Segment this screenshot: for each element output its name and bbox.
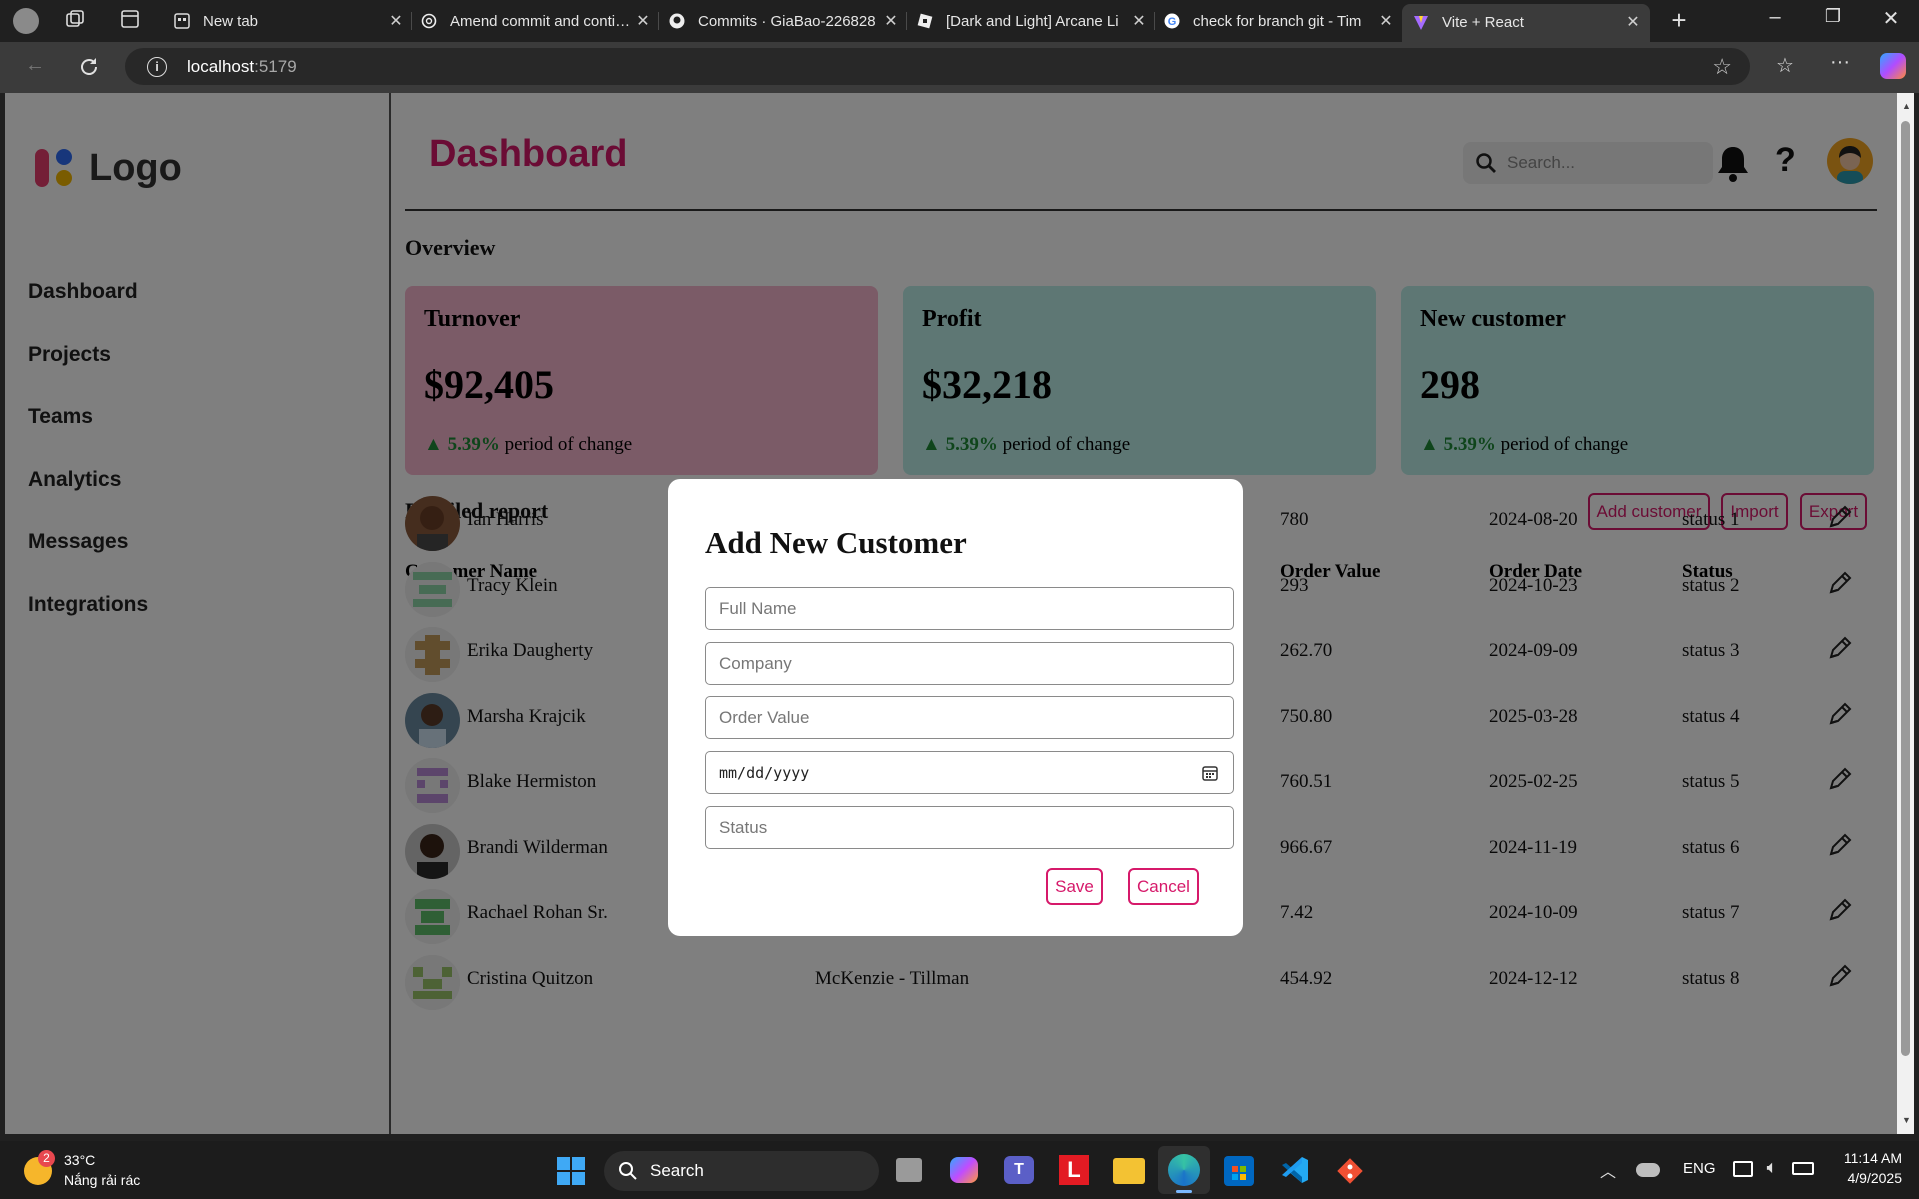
page-scrollbar[interactable]: ▲ ▼ [1897,93,1914,1134]
close-window-icon[interactable]: ✕ [1876,6,1906,31]
status-input[interactable]: Status [705,806,1234,849]
start-button[interactable] [557,1157,585,1185]
close-tab-icon[interactable]: ✕ [882,11,900,31]
full-name-input[interactable]: Full Name [705,587,1234,630]
clock[interactable]: 11:14 AM 4/9/2025 [1822,1150,1902,1186]
chatgpt-icon [420,12,438,30]
restore-window-icon[interactable]: ❐ [1818,6,1848,27]
dialog-title: Add New Customer [705,525,967,560]
svg-text:G: G [1168,16,1177,28]
web-page: Logo Dashboard Projects Teams Analytics … [5,93,1897,1134]
date-placeholder: mm/dd/yyyy [719,763,810,782]
reload-icon[interactable] [77,55,101,79]
new-tab-page-icon [173,12,191,30]
company-input[interactable]: Company [705,642,1234,685]
tab-title: Vite + React [1442,13,1524,31]
show-hidden-icons-icon[interactable]: ︿ [1596,1158,1620,1182]
url-text: localhost:5179 [187,57,297,77]
close-tab-icon[interactable]: ✕ [1624,12,1642,32]
clock-time: 11:14 AM [1843,1150,1902,1166]
cancel-button[interactable]: Cancel [1128,868,1199,905]
edge-browser-icon[interactable] [1158,1146,1210,1194]
vertical-tabs-icon[interactable] [117,8,143,34]
address-bar[interactable]: i localhost:5179 ☆ [125,48,1750,85]
task-view-icon[interactable] [896,1158,922,1182]
battery-icon[interactable] [1792,1162,1814,1175]
minimize-window-icon[interactable]: – [1760,6,1790,29]
clock-date: 4/9/2025 [1847,1170,1903,1186]
new-tab-button[interactable]: + [1664,5,1694,36]
browser-tab[interactable]: New tab ✕ [173,6,405,36]
tab-title: [Dark and Light] Arcane Li [946,12,1119,30]
tab-title: Amend commit and continue [450,12,634,30]
order-value-input[interactable]: Order Value [705,696,1234,739]
browser-tab-active[interactable]: Vite + React ✕ [1402,4,1650,42]
copilot-icon[interactable] [1880,53,1906,79]
url-host: localhost [187,56,255,76]
browser-tab-bar: New tab ✕ Amend commit and continue ✕ Co… [0,0,1919,42]
browser-tab[interactable]: Amend commit and continue ✕ [420,6,652,36]
microsoft-store-icon[interactable] [1224,1156,1254,1186]
taskbar-search-label: Search [650,1161,704,1180]
scrollbar-thumb[interactable] [1901,121,1910,1056]
volume-icon[interactable]: 🔈︎ [1760,1157,1784,1178]
tab-title: New tab [203,12,259,30]
tab-divider [411,12,412,30]
lingoes-app-icon[interactable]: L [1059,1155,1089,1185]
scroll-down-arrow-icon[interactable]: ▼ [1902,1115,1911,1125]
url-port: :5179 [254,56,297,76]
windows-taskbar: 2 33°C Nắng rải rác Search T L ︿ ENG 🔈︎ … [0,1141,1919,1199]
save-button[interactable]: Save [1046,868,1103,905]
close-tab-icon[interactable]: ✕ [1377,11,1395,31]
scroll-up-arrow-icon[interactable]: ▲ [1902,101,1911,111]
github-icon [668,12,686,30]
copilot-app-icon[interactable] [950,1157,978,1183]
onedrive-icon[interactable] [1636,1163,1660,1177]
more-options-icon[interactable]: ··· [1825,51,1855,74]
git-app-icon[interactable] [1335,1156,1365,1186]
google-icon: G [1163,12,1181,30]
roblox-icon [916,12,934,30]
tab-divider [906,12,907,30]
workspaces-icon[interactable] [62,8,88,34]
weather-widget[interactable]: 2 33°C Nắng rải rác [22,1147,172,1193]
tab-divider [1154,12,1155,30]
address-bar-row: ← i localhost:5179 ☆ ☆ ··· [0,42,1919,93]
language-indicator[interactable]: ENG [1683,1160,1716,1177]
calendar-icon[interactable] [1201,764,1219,782]
weather-text: Nắng rải rác [64,1172,141,1188]
tab-title: Commits · GiaBao-226828 [698,12,876,30]
tab-divider [658,12,659,30]
search-icon [619,1162,637,1180]
favorite-star-icon[interactable]: ☆ [1712,54,1732,80]
profile-avatar-icon[interactable] [13,8,39,34]
order-date-input[interactable]: mm/dd/yyyy [705,751,1234,794]
back-arrow-icon[interactable]: ← [20,54,50,77]
browser-tab[interactable]: [Dark and Light] Arcane Li ✕ [916,6,1148,36]
temperature: 33°C [64,1152,96,1168]
weather-badge: 2 [38,1150,55,1167]
browser-tab[interactable]: Commits · GiaBao-226828 ✕ [668,6,900,36]
vite-icon [1412,13,1430,31]
taskbar-search[interactable]: Search [604,1151,879,1191]
site-info-icon[interactable]: i [147,56,167,77]
teams-icon[interactable]: T [1004,1156,1034,1184]
network-icon[interactable] [1733,1161,1753,1177]
tab-title: check for branch git - Tim [1193,12,1362,30]
vscode-icon[interactable] [1280,1155,1310,1185]
browser-tab[interactable]: G check for branch git - Tim ✕ [1163,6,1395,36]
close-tab-icon[interactable]: ✕ [1130,11,1148,31]
favorites-icon[interactable]: ☆ [1770,53,1800,78]
file-explorer-icon[interactable] [1113,1158,1145,1184]
close-tab-icon[interactable]: ✕ [634,11,652,31]
add-customer-dialog: Add New Customer Full Name Company Order… [668,479,1243,936]
close-tab-icon[interactable]: ✕ [387,11,405,31]
